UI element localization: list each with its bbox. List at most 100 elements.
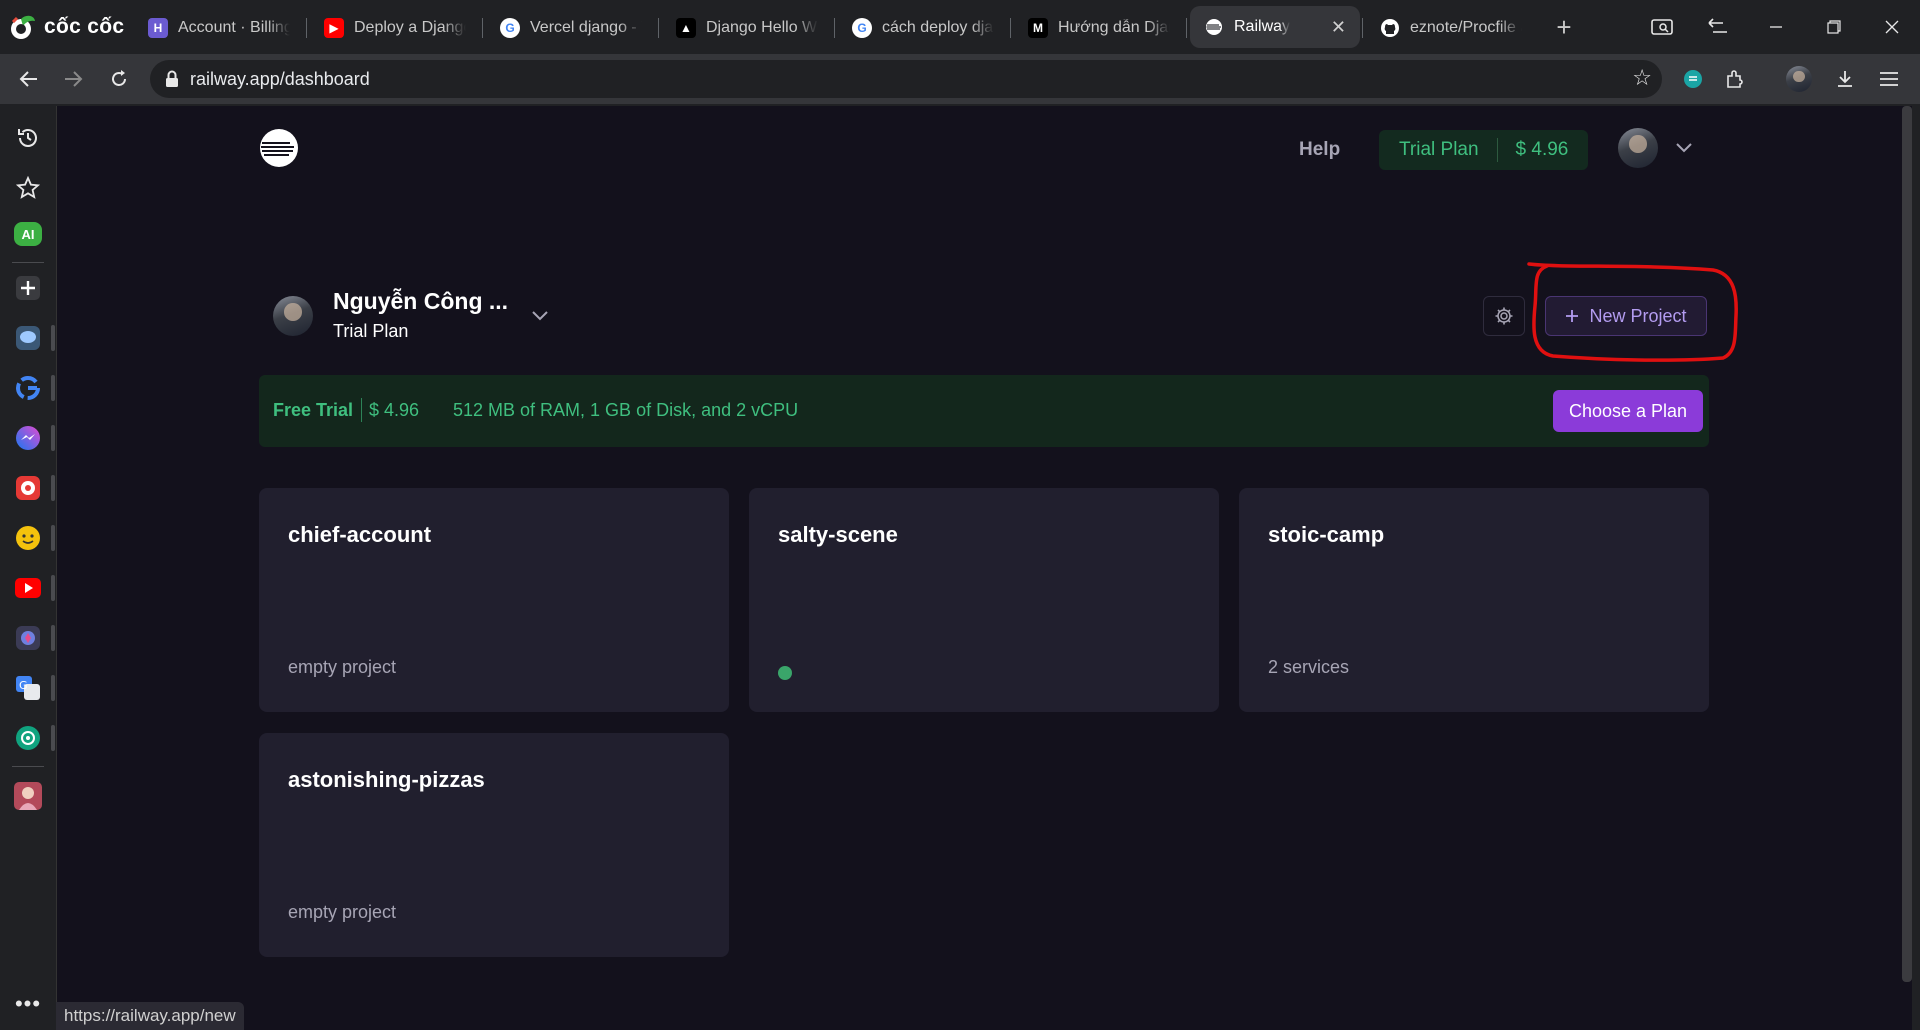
- tab-label: cách deploy djang: [882, 19, 994, 36]
- tab-label: Hướng dẫn Djang: [1058, 19, 1170, 36]
- project-card-salty-scene[interactable]: salty-scene: [749, 488, 1219, 712]
- project-card-chief-account[interactable]: chief-account empty project: [259, 488, 729, 712]
- team-switcher-chevron-down-icon[interactable]: [531, 310, 549, 322]
- extensions-puzzle-icon[interactable]: [1720, 64, 1750, 94]
- sidebar-resize-handle: [51, 325, 55, 351]
- google-app-icon[interactable]: [12, 372, 44, 404]
- tab-separator: [1186, 18, 1187, 38]
- sidebar-resize-handle: [51, 375, 55, 401]
- tab-label: eznote/Procfile at: [1410, 19, 1522, 36]
- screen-search-icon[interactable]: [1644, 12, 1680, 42]
- sidebar-divider: [12, 262, 44, 263]
- sidebar-resize-handle: [51, 525, 55, 551]
- plan-divider: [1496, 138, 1498, 162]
- profile-avatar-icon[interactable]: [1784, 64, 1814, 94]
- plan-label: Trial Plan: [1399, 139, 1479, 160]
- tab-separator: [482, 18, 483, 38]
- page-scrollbar[interactable]: [1902, 106, 1912, 982]
- browser-sidebar: AI G •••: [0, 104, 56, 1030]
- new-tab-button[interactable]: +: [1548, 12, 1580, 44]
- user-menu-chevron-down-icon[interactable]: [1675, 142, 1693, 154]
- railway-dashboard: Help Trial Plan $ 4.96 Nguyễn Công ... T…: [56, 106, 1912, 1030]
- google-icon: G: [852, 18, 872, 38]
- close-window-icon[interactable]: [1874, 12, 1910, 42]
- browser-toolbar: railway.app/dashboard ☆: [0, 54, 1920, 104]
- game-app-icon[interactable]: [12, 780, 44, 812]
- sidebar-resize-handle: [51, 575, 55, 601]
- browser-tab[interactable]: G Vercel django - Tìm: [486, 8, 656, 48]
- more-options-icon[interactable]: •••: [12, 988, 44, 1020]
- news-app-icon[interactable]: [12, 472, 44, 504]
- browser-tab[interactable]: Railway ✕: [1190, 6, 1360, 48]
- tab-back-icon[interactable]: [1700, 12, 1736, 42]
- lock-icon[interactable]: [162, 69, 182, 89]
- plan-usage-pill[interactable]: Trial Plan $ 4.96: [1379, 130, 1589, 170]
- forward-icon[interactable]: [56, 62, 90, 96]
- team-plan: Trial Plan: [333, 321, 409, 341]
- heroku-icon: H: [148, 18, 168, 38]
- browser-brand[interactable]: cốc cốc: [8, 10, 124, 44]
- vpn-app-icon[interactable]: [12, 622, 44, 654]
- service-status-dot: [778, 666, 792, 680]
- chatgpt-app-icon[interactable]: [12, 722, 44, 754]
- sidebar-resize-handle: [51, 625, 55, 651]
- history-icon[interactable]: [12, 122, 44, 154]
- browser-tab[interactable]: M Hướng dẫn Djang: [1014, 8, 1184, 48]
- new-project-button[interactable]: New Project: [1545, 296, 1707, 336]
- tab-close-icon[interactable]: ✕: [1331, 17, 1346, 38]
- sidebar-resize-handle: [51, 725, 55, 751]
- google-icon: G: [500, 18, 520, 38]
- translate-app-icon[interactable]: G: [12, 672, 44, 704]
- gear-icon: [1495, 307, 1513, 325]
- favorites-star-icon[interactable]: [12, 172, 44, 204]
- youtube-app-icon[interactable]: [12, 572, 44, 604]
- tab-label: Deploy a Django v: [354, 19, 466, 36]
- project-name: chief-account: [288, 522, 432, 547]
- chat-app-icon[interactable]: [12, 322, 44, 354]
- team-avatar[interactable]: [273, 296, 313, 336]
- project-subtitle: 2 services: [1268, 657, 1350, 677]
- browser-tab[interactable]: eznote/Procfile at: [1366, 8, 1536, 48]
- help-link[interactable]: Help: [1299, 139, 1340, 161]
- minimize-icon[interactable]: [1758, 12, 1794, 42]
- browser-tab[interactable]: ▲ Django Hello Worl: [662, 8, 832, 48]
- restore-icon[interactable]: [1816, 12, 1852, 42]
- back-icon[interactable]: [12, 62, 46, 96]
- project-card-astonishing-pizzas[interactable]: astonishing-pizzas empty project: [259, 733, 729, 957]
- tab-label: Vercel django - Tìm: [530, 19, 642, 36]
- project-name: salty-scene: [778, 522, 898, 547]
- youtube-icon: ▶: [324, 18, 344, 38]
- team-name[interactable]: Nguyễn Công ...: [333, 288, 508, 315]
- sidebar-divider: [12, 766, 44, 767]
- extension-green-icon[interactable]: [1678, 64, 1708, 94]
- railway-logo-icon[interactable]: [259, 128, 299, 168]
- emoji-app-icon[interactable]: [12, 522, 44, 554]
- browser-tab[interactable]: ▶ Deploy a Django v: [310, 8, 480, 48]
- browser-tab[interactable]: H Account · Billing | (: [134, 8, 304, 48]
- reload-icon[interactable]: [102, 62, 136, 96]
- team-settings-button[interactable]: [1483, 296, 1525, 336]
- browser-tabstrip: cốc cốc H Account · Billing | ( ▶ Deploy a …: [0, 0, 1920, 54]
- profile-avatar: [1786, 66, 1812, 92]
- bookmark-star-icon[interactable]: ☆: [1632, 65, 1652, 91]
- sidebar-resize-handle: [51, 675, 55, 701]
- menu-icon[interactable]: [1874, 64, 1904, 94]
- messenger-icon[interactable]: [12, 422, 44, 454]
- tab-separator: [1010, 18, 1011, 38]
- download-icon[interactable]: [1830, 64, 1860, 94]
- address-bar[interactable]: railway.app/dashboard ☆: [150, 60, 1662, 98]
- coccoc-logo-icon: [8, 12, 38, 42]
- trial-balance: $ 4.96: [369, 400, 420, 420]
- vercel-icon: ▲: [676, 18, 696, 38]
- tab-separator: [306, 18, 307, 38]
- choose-plan-button[interactable]: Choose a Plan: [1553, 390, 1703, 432]
- ai-assistant-icon[interactable]: AI: [14, 222, 42, 246]
- tab-separator: [834, 18, 835, 38]
- user-avatar[interactable]: [1618, 128, 1658, 168]
- add-sidebar-app-icon[interactable]: [12, 272, 44, 304]
- github-icon: [1380, 18, 1400, 38]
- trial-resources: 512 MB of RAM, 1 GB of Disk, and 2 vCPU: [453, 400, 799, 420]
- project-card-stoic-camp[interactable]: stoic-camp 2 services: [1239, 488, 1709, 712]
- browser-tab[interactable]: Gcách deploy djang: [838, 8, 1008, 48]
- sidebar-resize-handle: [51, 475, 55, 501]
